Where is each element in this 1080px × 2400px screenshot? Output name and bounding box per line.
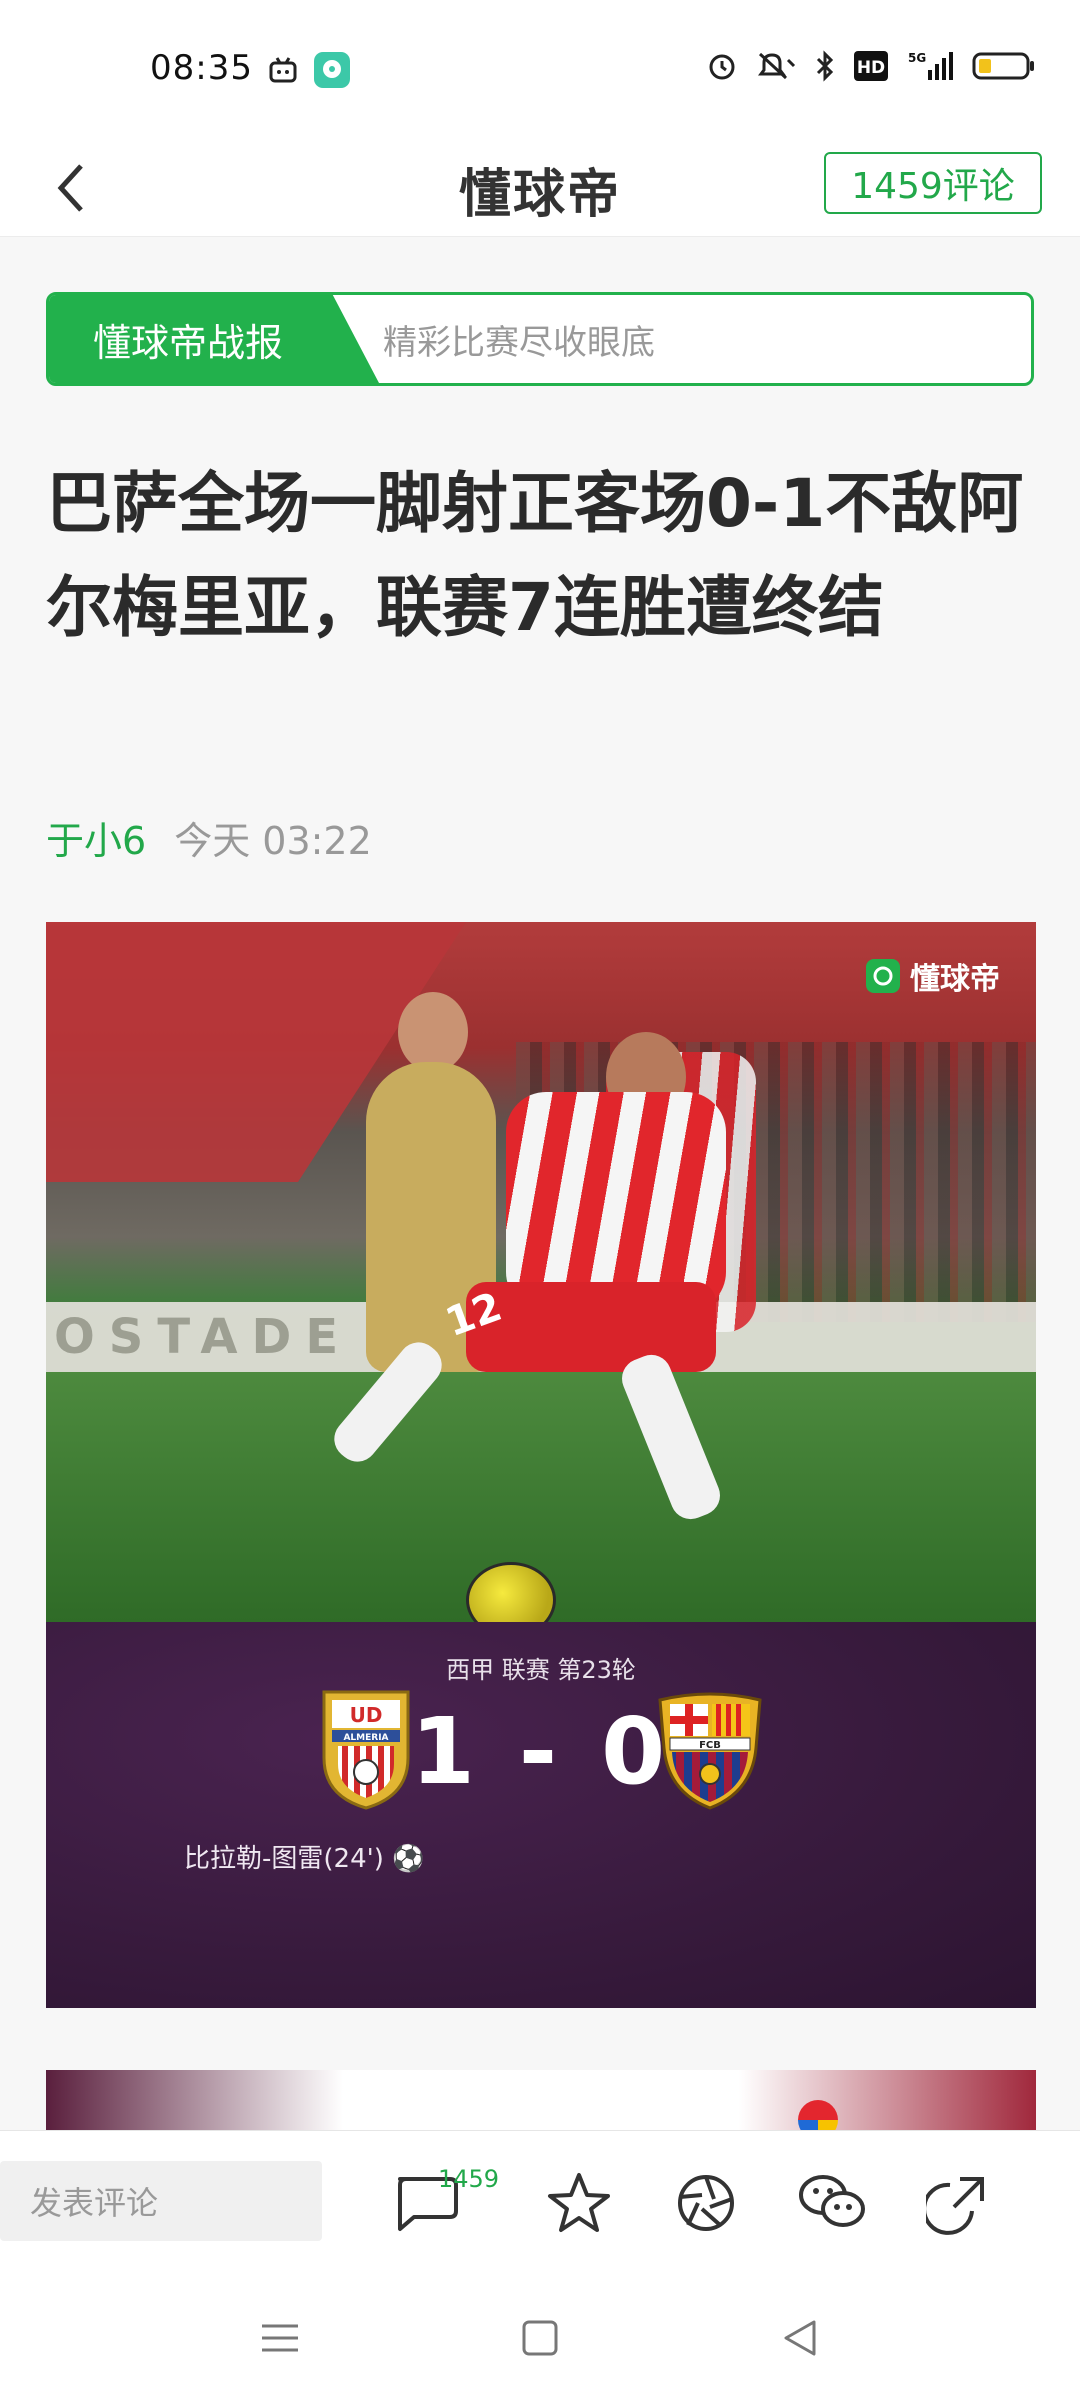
goal-scorer: 比拉勒-图雷(24') ⚽ (184, 1844, 425, 1874)
chat-bubble-app-icon (314, 52, 350, 88)
comments-button[interactable]: 1459评论 (824, 152, 1042, 214)
comment-count-badge: 1459 (438, 2165, 500, 2193)
share-wechat-button[interactable] (796, 2167, 868, 2239)
hd-icon: HD (854, 51, 888, 81)
bluetooth-icon (814, 50, 836, 82)
back-triangle-icon (784, 2320, 816, 2356)
star-icon (548, 2173, 610, 2232)
watermark-logo-icon (866, 959, 900, 993)
share-icon (926, 2177, 984, 2235)
player-striped-kit (506, 1092, 726, 1312)
status-left-icons (268, 52, 350, 88)
laliga-logo-icon (798, 2100, 838, 2130)
recent-apps-button[interactable] (250, 2310, 310, 2366)
mute-icon (756, 50, 796, 82)
alarm-icon (706, 50, 738, 82)
status-time: 08:35 (150, 48, 253, 88)
bottom-toolbar: 发表评论 1459 (0, 2130, 1080, 2271)
status-bar: 08:35 HD 5G (0, 0, 1080, 140)
report-banner[interactable]: 懂球帝战报 精彩比赛尽收眼底 (46, 292, 1034, 386)
battery-icon (972, 51, 1036, 81)
status-right-icons: HD 5G (706, 50, 1036, 82)
banner-subtitle: 精彩比赛尽收眼底 (383, 322, 655, 363)
share-moments-button[interactable] (670, 2167, 742, 2239)
moments-icon (678, 2175, 734, 2231)
signal-5g-icon: 5G (906, 50, 954, 82)
author-link[interactable]: 于小6 (46, 810, 146, 865)
match-photo: OSTADE 12 懂球帝 (46, 922, 1036, 1622)
watermark-text: 懂球帝 (910, 962, 1000, 997)
wechat-icon (799, 2175, 865, 2227)
article-title: 巴萨全场一脚射正客场0-1不敌阿尔梅里亚，联赛7连胜遭终结 (46, 465, 1024, 646)
home-square-icon (522, 2320, 558, 2356)
system-back-button[interactable] (770, 2310, 830, 2366)
publish-time: 今天 03:22 (174, 819, 372, 863)
system-nav-bar (0, 2270, 1080, 2400)
comment-input[interactable]: 发表评论 (0, 2161, 322, 2241)
svg-text:FCB: FCB (699, 1740, 721, 1751)
home-button[interactable] (510, 2310, 570, 2366)
menu-icon (262, 2324, 298, 2352)
league-round: 西甲 联赛 第23轮 (446, 1656, 636, 1684)
banner-tag: 懂球帝战报 (49, 295, 379, 383)
header: 懂球帝 1459评论 (0, 140, 1080, 237)
fcb-crest-icon: FCB (658, 1692, 762, 1810)
article-image[interactable]: OSTADE 12 懂球帝 西甲 联赛 第23轮 UD ALMERIA 1 - … (46, 922, 1036, 2008)
svg-text:HD: HD (857, 58, 885, 78)
article-meta: 于小6 今天 03:22 (46, 810, 372, 865)
next-image-preview[interactable] (46, 2070, 1036, 2130)
match-score: 1 - 0 (410, 1698, 672, 1805)
svg-text:5G: 5G (908, 51, 926, 65)
watermark: 懂球帝 (866, 954, 1000, 998)
share-button[interactable] (922, 2167, 994, 2239)
score-panel: 西甲 联赛 第23轮 UD ALMERIA 1 - 0 FCB 比拉勒-图雷(2… (46, 1622, 1036, 2008)
favorite-button[interactable] (543, 2167, 615, 2239)
bilibili-icon (268, 55, 298, 85)
